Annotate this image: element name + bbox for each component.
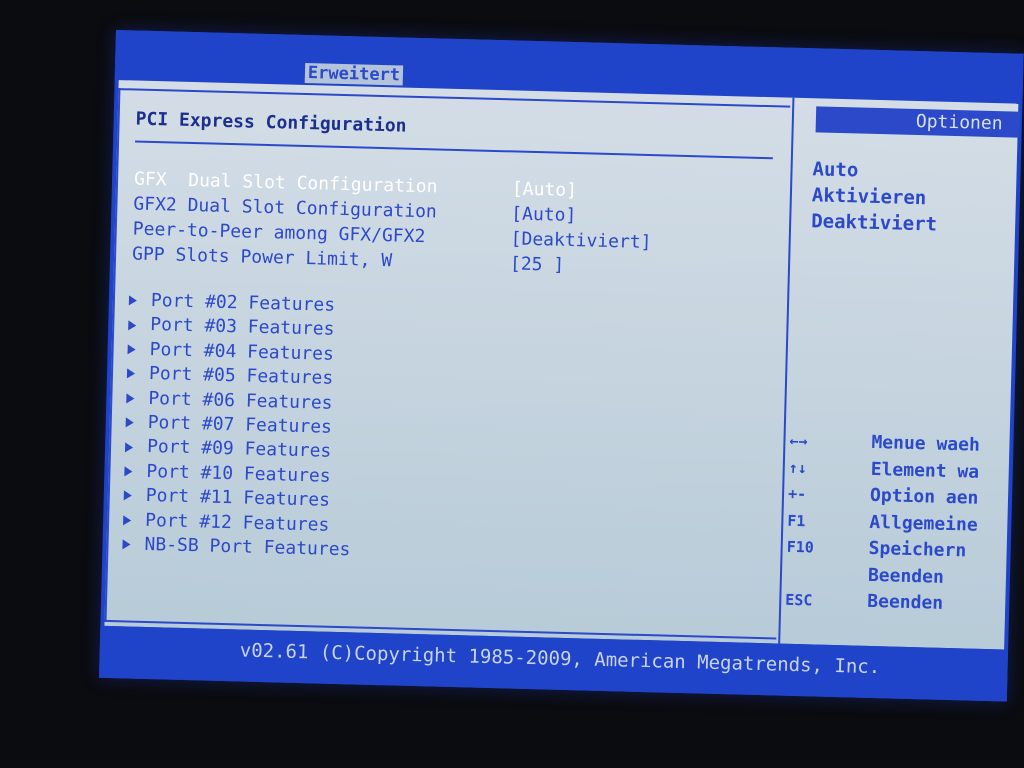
options-header: Optionen	[815, 106, 1021, 138]
triangle-right-icon	[128, 295, 138, 306]
triangle-right-icon	[124, 441, 134, 453]
setting-value[interactable]: [Auto]	[511, 201, 577, 228]
option-item[interactable]: Aktivieren	[812, 182, 938, 211]
setting-value[interactable]: [Auto]	[512, 176, 578, 203]
setting-value[interactable]: [Deaktiviert]	[510, 226, 651, 255]
triangle-right-icon	[125, 417, 134, 428]
submenu-label: NB-SB Port Features	[144, 533, 351, 561]
key-label: ←→	[789, 431, 808, 451]
key-description: Allgemeine	[869, 511, 978, 536]
triangle-right-icon	[126, 368, 136, 379]
triangle-right-icon	[126, 393, 135, 404]
key-description: Menue waeh	[871, 431, 981, 456]
options-list: Auto Aktivieren Deaktiviert	[811, 156, 939, 237]
key-label: ESC	[785, 590, 813, 610]
settings-list: GFX Dual Slot Configuration [Auto] GFX2 …	[132, 167, 774, 284]
triangle-right-icon	[127, 344, 136, 355]
key-description: Speichern	[868, 537, 967, 562]
triangle-right-icon	[124, 466, 133, 477]
setting-value[interactable]: [25 ]	[510, 251, 565, 277]
key-label: F1	[787, 511, 806, 530]
tab-erweitert[interactable]: Erweitert	[304, 62, 404, 86]
key-row: ESC Beenden	[785, 587, 1008, 619]
triangle-right-icon	[128, 320, 137, 331]
copyright-text: v02.61 (C)Copyright 1985-2009, American …	[239, 639, 881, 679]
submenu-list: Port #02 Features Port #03 Features Port…	[122, 288, 769, 573]
main-area: PCI Express Configuration GFX Dual Slot …	[104, 80, 1021, 650]
help-panel: Optionen Auto Aktivieren Deaktiviert ←→ M…	[778, 97, 1021, 650]
key-description: Option aen	[869, 484, 979, 509]
section-title: PCI Express Configuration	[135, 108, 407, 137]
settings-panel: PCI Express Configuration GFX Dual Slot …	[104, 88, 791, 640]
triangle-right-icon	[123, 490, 132, 501]
key-label: ↑↓	[788, 458, 808, 477]
title-divider	[135, 140, 773, 160]
key-description: Beenden	[867, 590, 944, 614]
option-item[interactable]: Deaktiviert	[811, 208, 937, 237]
key-description: Element wa	[870, 458, 980, 483]
triangle-right-icon	[123, 515, 132, 526]
key-legend: ←→ Menue waeh ↑↓ Element wa +- Option aen F…	[785, 428, 1012, 619]
key-description: Beenden	[867, 564, 945, 588]
bios-screen: Erweitert PCI Express Configuration GFX …	[99, 30, 1024, 702]
option-item[interactable]: Auto	[812, 156, 938, 185]
key-label: F10	[786, 537, 815, 557]
key-label: +-	[787, 484, 807, 504]
triangle-right-icon	[122, 539, 131, 550]
